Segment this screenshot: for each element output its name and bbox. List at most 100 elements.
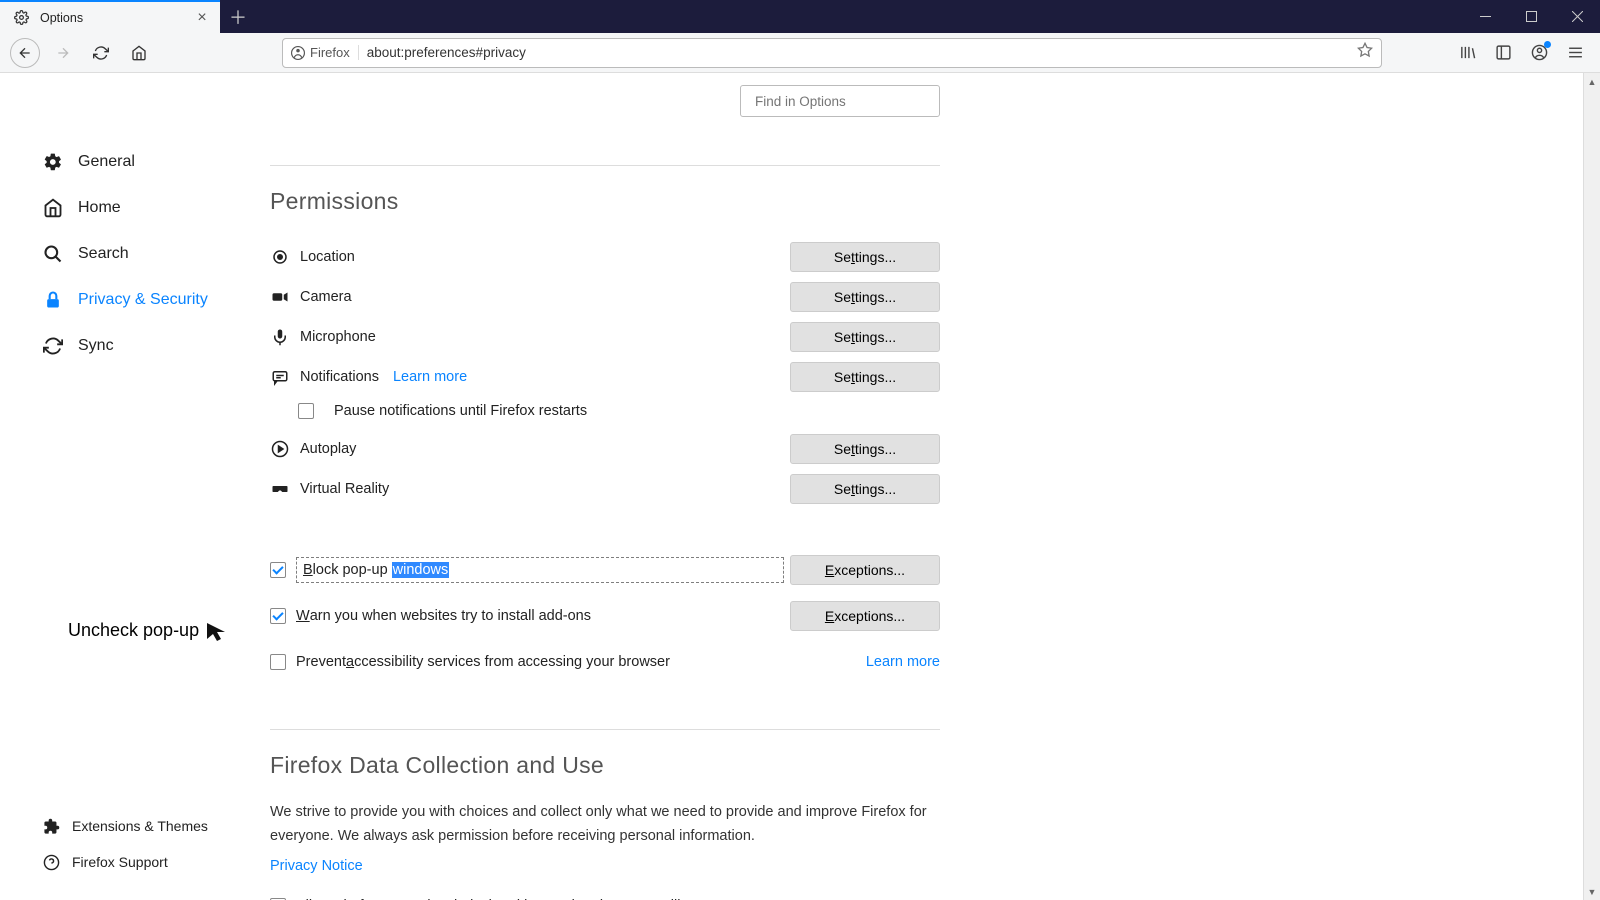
permission-label: Location	[300, 249, 355, 265]
maximize-button[interactable]	[1508, 0, 1554, 33]
gear-icon	[10, 7, 32, 29]
vr-icon	[270, 479, 290, 499]
permission-label: Microphone	[300, 329, 376, 345]
sidebar: General Home Search Privacy & Security S…	[42, 139, 242, 369]
url-text: about:preferences#privacy	[367, 45, 1349, 60]
datacoll-heading: Firefox Data Collection and Use	[270, 752, 940, 779]
reload-button[interactable]	[86, 38, 116, 68]
close-icon[interactable]: ×	[194, 10, 210, 26]
sidebar-item-label: Sync	[78, 337, 114, 355]
sidebars-button[interactable]	[1488, 38, 1518, 68]
permission-microphone-row: Microphone Settings...	[270, 317, 940, 357]
microphone-icon	[270, 327, 290, 347]
prevent-a11y-row: Prevent accessibility services from acce…	[270, 645, 940, 679]
autoplay-settings-button[interactable]: Settings...	[790, 434, 940, 464]
annotation-text: Uncheck pop-up	[68, 620, 199, 641]
block-popup-row: Block pop-up windows Exceptions...	[270, 553, 940, 587]
vr-settings-button[interactable]: Settings...	[790, 474, 940, 504]
permission-label: Autoplay	[300, 441, 356, 457]
options-search[interactable]	[740, 85, 940, 117]
prevent-a11y-label: Prevent accessibility services from acce…	[296, 654, 852, 670]
window-controls	[1462, 0, 1600, 33]
lock-icon	[42, 289, 64, 311]
permission-notifications-row: Notifications Learn more Settings...	[270, 357, 940, 397]
sidebar-item-label: Extensions & Themes	[72, 818, 208, 834]
warn-addons-checkbox[interactable]	[270, 608, 286, 624]
notification-icon	[270, 367, 290, 387]
tab-bar: Options × ＋	[0, 0, 1600, 33]
cursor-arrow-icon	[205, 621, 229, 641]
scroll-up-icon[interactable]: ▲	[1584, 73, 1600, 90]
new-tab-button[interactable]: ＋	[220, 0, 256, 33]
sidebar-bottom: Extensions & Themes Firefox Support	[42, 808, 208, 880]
url-bar[interactable]: Firefox about:preferences#privacy	[282, 38, 1382, 68]
back-button[interactable]	[10, 38, 40, 68]
permission-camera-row: Camera Settings...	[270, 277, 940, 317]
allow-tech-row: Allow Firefox to send technical and inte…	[270, 889, 940, 900]
sidebar-item-home[interactable]: Home	[42, 185, 242, 231]
minimize-button[interactable]	[1462, 0, 1508, 33]
permission-label: Notifications	[300, 369, 379, 385]
sidebar-item-support[interactable]: Firefox Support	[42, 844, 208, 880]
notifications-settings-button[interactable]: Settings...	[790, 362, 940, 392]
permission-autoplay-row: Autoplay Settings...	[270, 429, 940, 469]
url-identity-label: Firefox	[310, 45, 350, 60]
permission-vr-row: Virtual Reality Settings...	[270, 469, 940, 509]
camera-settings-button[interactable]: Settings...	[790, 282, 940, 312]
sidebar-item-label: General	[78, 153, 135, 171]
content-area: General Home Search Privacy & Security S…	[0, 73, 1600, 900]
privacy-notice-link[interactable]: Privacy Notice	[270, 858, 363, 874]
sidebar-item-label: Privacy & Security	[78, 291, 208, 309]
notification-dot-icon	[1544, 41, 1551, 48]
permission-label: Virtual Reality	[300, 481, 389, 497]
star-icon[interactable]	[1357, 42, 1373, 63]
pause-notifications-row: Pause notifications until Firefox restar…	[298, 403, 940, 419]
permissions-heading: Permissions	[270, 188, 940, 215]
prevent-a11y-checkbox[interactable]	[270, 654, 286, 670]
pause-notifications-label: Pause notifications until Firefox restar…	[334, 403, 587, 419]
microphone-settings-button[interactable]: Settings...	[790, 322, 940, 352]
app-menu-button[interactable]	[1560, 38, 1590, 68]
close-window-button[interactable]	[1554, 0, 1600, 33]
tab-title: Options	[40, 11, 83, 25]
permission-label: Camera	[300, 289, 352, 305]
sync-icon	[42, 335, 64, 357]
sidebar-item-label: Firefox Support	[72, 854, 168, 870]
location-icon	[270, 247, 290, 267]
sidebar-item-search[interactable]: Search	[42, 231, 242, 277]
library-button[interactable]	[1452, 38, 1482, 68]
sidebar-item-extensions[interactable]: Extensions & Themes	[42, 808, 208, 844]
help-icon	[42, 853, 60, 871]
tab-options[interactable]: Options ×	[0, 0, 220, 33]
camera-icon	[270, 287, 290, 307]
sidebar-item-privacy[interactable]: Privacy & Security	[42, 277, 242, 323]
forward-button[interactable]	[48, 38, 78, 68]
account-button[interactable]	[1524, 38, 1554, 68]
datacoll-desc: We strive to provide you with choices an…	[270, 801, 940, 849]
sidebar-item-sync[interactable]: Sync	[42, 323, 242, 369]
popup-exceptions-button[interactable]: Exceptions...	[790, 555, 940, 585]
warn-addons-label: Warn you when websites try to install ad…	[296, 608, 790, 624]
warn-addons-row: Warn you when websites try to install ad…	[270, 599, 940, 633]
home-button[interactable]	[124, 38, 154, 68]
notifications-learn-more-link[interactable]: Learn more	[393, 369, 467, 385]
block-popup-label: Block pop-up windows	[296, 557, 784, 583]
preferences-main: Permissions Location Settings... Camera …	[270, 165, 940, 900]
home-icon	[42, 197, 64, 219]
scroll-down-icon[interactable]: ▼	[1584, 883, 1600, 900]
puzzle-icon	[42, 817, 60, 835]
search-icon	[42, 243, 64, 265]
permission-location-row: Location Settings...	[270, 237, 940, 277]
location-settings-button[interactable]: Settings...	[790, 242, 940, 272]
a11y-learn-more-link[interactable]: Learn more	[866, 654, 940, 670]
options-search-input[interactable]	[755, 94, 932, 109]
vertical-scrollbar[interactable]: ▲ ▼	[1583, 73, 1600, 900]
addons-exceptions-button[interactable]: Exceptions...	[790, 601, 940, 631]
sidebar-item-label: Search	[78, 245, 129, 263]
annotation-uncheck-popup: Uncheck pop-up	[68, 620, 229, 641]
url-identity: Firefox	[291, 45, 359, 60]
pause-notifications-checkbox[interactable]	[298, 403, 314, 419]
sidebar-item-general[interactable]: General	[42, 139, 242, 185]
block-popup-checkbox[interactable]	[270, 562, 286, 578]
autoplay-icon	[270, 439, 290, 459]
